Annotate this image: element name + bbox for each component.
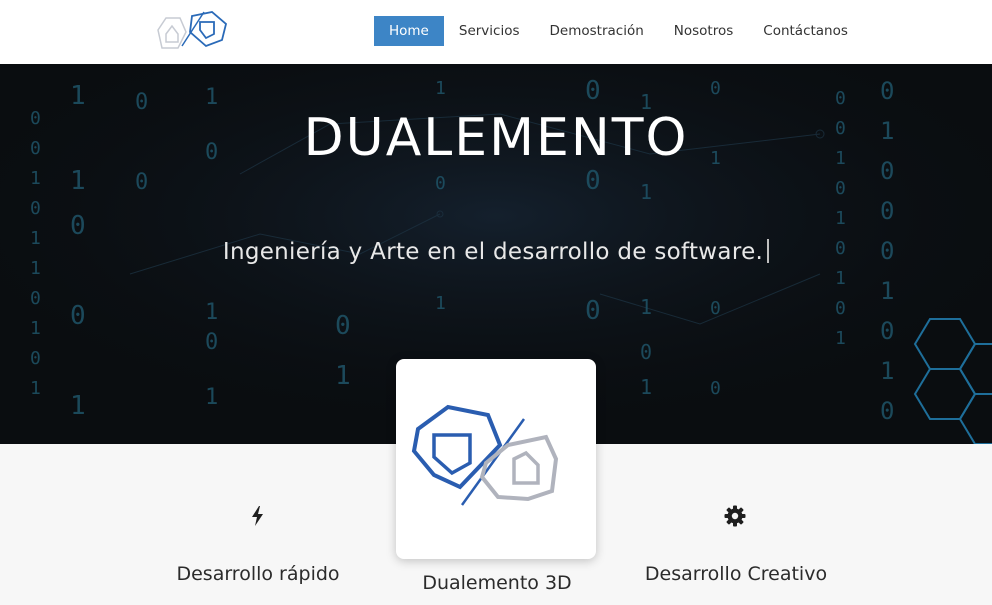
svg-text:0: 0: [435, 173, 446, 194]
svg-text:0: 0: [880, 397, 894, 425]
svg-text:1: 1: [30, 168, 41, 189]
gear-icon: [724, 505, 746, 527]
svg-text:1: 1: [435, 293, 446, 314]
svg-text:0: 0: [585, 166, 601, 196]
nav-nosotros[interactable]: Nosotros: [659, 16, 749, 46]
hero-subtitle: Ingeniería y Arte en el desarrollo de so…: [0, 239, 992, 265]
feature-title-dualemento-3d: Dualemento 3D: [422, 572, 572, 594]
svg-text:1: 1: [640, 180, 652, 204]
svg-text:1: 1: [835, 328, 846, 349]
svg-text:1: 1: [640, 375, 652, 399]
feature-title-desarrollo-rapido: Desarrollo rápido: [176, 563, 340, 585]
svg-text:0: 0: [585, 76, 601, 106]
svg-text:1: 1: [205, 300, 218, 325]
svg-text:1: 1: [205, 85, 218, 110]
dualemento-3d-logo-icon: [411, 404, 559, 506]
svg-text:1: 1: [835, 268, 846, 289]
svg-text:0: 0: [70, 301, 86, 331]
svg-text:1: 1: [30, 378, 41, 399]
nav-home[interactable]: Home: [374, 16, 444, 46]
svg-text:0: 0: [880, 317, 894, 345]
svg-text:1: 1: [70, 166, 86, 196]
navbar: Home Servicios Demostración Nosotros Con…: [0, 0, 992, 64]
dualemento-logo-icon[interactable]: [152, 6, 232, 54]
svg-text:0: 0: [135, 170, 148, 195]
svg-text:0: 0: [880, 77, 894, 105]
svg-text:0: 0: [585, 296, 601, 326]
svg-text:0: 0: [640, 340, 652, 364]
nav-demostracion[interactable]: Demostración: [535, 16, 659, 46]
svg-text:0: 0: [835, 178, 846, 199]
svg-text:1: 1: [70, 81, 86, 111]
nav-servicios[interactable]: Servicios: [444, 16, 535, 46]
svg-text:0: 0: [70, 211, 86, 241]
svg-text:0: 0: [835, 88, 846, 109]
dualemento-3d-card[interactable]: [396, 359, 596, 559]
svg-text:0: 0: [710, 378, 721, 399]
svg-text:0: 0: [710, 78, 721, 99]
hero-title: DUALEMENTO: [303, 108, 689, 168]
svg-text:1: 1: [435, 78, 446, 99]
svg-text:0: 0: [835, 298, 846, 319]
svg-text:0: 0: [205, 330, 218, 355]
svg-text:1: 1: [640, 295, 652, 319]
main-nav: Home Servicios Demostración Nosotros Con…: [374, 16, 863, 46]
feature-title-desarrollo-creativo: Desarrollo Creativo: [644, 563, 828, 585]
svg-text:1: 1: [335, 361, 351, 391]
svg-text:1: 1: [30, 318, 41, 339]
typing-cursor: [767, 239, 770, 263]
svg-text:1: 1: [880, 277, 894, 305]
svg-text:1: 1: [70, 391, 86, 421]
svg-text:1: 1: [205, 385, 218, 410]
svg-text:0: 0: [30, 288, 41, 309]
svg-text:0: 0: [710, 298, 721, 319]
svg-text:1: 1: [835, 208, 846, 229]
svg-text:0: 0: [335, 311, 351, 341]
svg-text:0: 0: [880, 197, 894, 225]
svg-text:0: 0: [30, 348, 41, 369]
svg-text:0: 0: [30, 198, 41, 219]
nav-contactanos[interactable]: Contáctanos: [748, 16, 863, 46]
svg-text:1: 1: [880, 357, 894, 385]
lightning-bolt-icon: [252, 506, 263, 526]
